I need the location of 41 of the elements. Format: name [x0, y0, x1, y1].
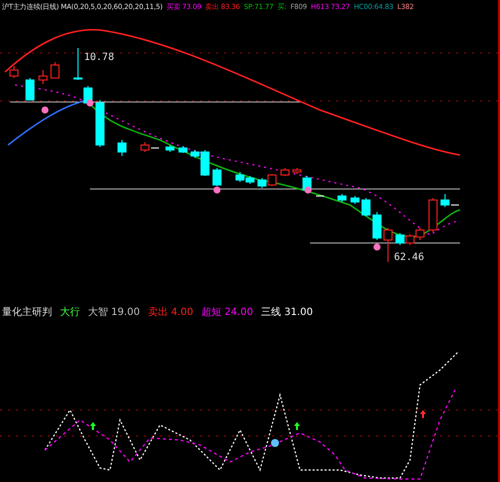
price-label: 10.78	[84, 51, 114, 65]
candlestick	[362, 198, 370, 216]
chart-title: 量化主研判	[2, 306, 52, 319]
candlestick	[10, 66, 18, 78]
candlestick	[50, 62, 60, 78]
candlestick	[74, 48, 82, 80]
candlestick	[118, 140, 126, 156]
candlestick	[96, 100, 104, 148]
indicator-reading: 三线 31.00	[261, 306, 313, 319]
up-arrow-icon	[294, 422, 300, 430]
candlestick	[280, 168, 290, 176]
candlestick	[26, 78, 34, 100]
candlestick	[166, 144, 174, 152]
up-arrow-icon	[420, 410, 426, 418]
candlestick	[428, 198, 438, 232]
candlestick	[350, 196, 360, 204]
candlestick	[406, 234, 414, 246]
indicator-reading: 大行	[60, 306, 80, 319]
candlestick	[372, 212, 382, 240]
candlestick	[236, 172, 244, 182]
candlestick	[212, 168, 222, 186]
signal-marker-icon	[42, 106, 48, 114]
candlestick	[338, 194, 346, 202]
candlestick	[396, 232, 404, 246]
indicator-reading: 大智 19.00	[88, 306, 140, 319]
candlestick	[84, 86, 92, 104]
price-label: 62.46	[394, 251, 424, 265]
signal-marker-icon	[214, 186, 220, 194]
candlestick	[246, 176, 254, 184]
signal-marker-icon	[304, 186, 312, 194]
signal-marker-icon	[374, 244, 380, 250]
indicator-reading: 卖出 4.00	[148, 306, 194, 319]
indicator-reading: 超短 24.00	[201, 306, 254, 319]
candlestick	[38, 70, 48, 84]
candlestick	[258, 178, 266, 188]
candlestick	[268, 174, 276, 186]
up-arrow-icon	[90, 422, 96, 430]
signal-marker-icon	[86, 100, 94, 106]
candlestick	[384, 228, 392, 262]
candlestick	[178, 146, 188, 154]
candlestick	[416, 228, 424, 240]
